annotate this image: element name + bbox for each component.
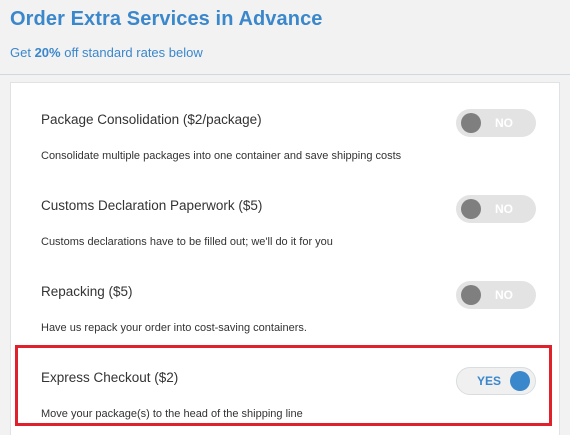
header-divider — [0, 74, 570, 75]
toggle-knob — [461, 285, 481, 305]
subtitle-prefix: Get — [10, 45, 35, 60]
services-panel: Package Consolidation ($2/package) NO Co… — [10, 82, 560, 435]
service-description: Move your package(s) to the head of the … — [41, 408, 303, 420]
discount-subtitle: Get 20% off standard rates below — [10, 45, 203, 60]
service-description: Consolidate multiple packages into one c… — [41, 150, 402, 162]
package-consolidation-toggle[interactable]: NO — [456, 109, 536, 137]
service-row-package-consolidation: Package Consolidation ($2/package) NO Co… — [11, 83, 559, 169]
service-title: Customs Declaration Paperwork ($5) — [41, 198, 263, 213]
service-row-repacking: Repacking ($5) NO Have us repack your or… — [11, 255, 559, 341]
toggle-knob — [461, 113, 481, 133]
service-row-express-checkout: Express Checkout ($2) YES Move your pack… — [11, 341, 559, 427]
toggle-label: NO — [495, 202, 513, 216]
customs-declaration-toggle[interactable]: NO — [456, 195, 536, 223]
toggle-label: NO — [495, 288, 513, 302]
toggle-knob — [510, 371, 530, 391]
subtitle-suffix: off standard rates below — [60, 45, 203, 60]
service-title: Express Checkout ($2) — [41, 370, 179, 385]
service-description: Customs declarations have to be filled o… — [41, 236, 333, 248]
toggle-knob — [461, 199, 481, 219]
service-title: Package Consolidation ($2/package) — [41, 112, 262, 127]
service-title: Repacking ($5) — [41, 284, 133, 299]
discount-value: 20% — [34, 45, 61, 60]
repacking-toggle[interactable]: NO — [456, 281, 536, 309]
express-checkout-toggle[interactable]: YES — [456, 367, 536, 395]
toggle-label: YES — [477, 374, 502, 388]
toggle-label: NO — [495, 116, 513, 130]
service-row-customs-declaration: Customs Declaration Paperwork ($5) NO Cu… — [11, 169, 559, 255]
service-description: Have us repack your order into cost-savi… — [41, 322, 307, 334]
page-title: Order Extra Services in Advance — [10, 8, 323, 30]
